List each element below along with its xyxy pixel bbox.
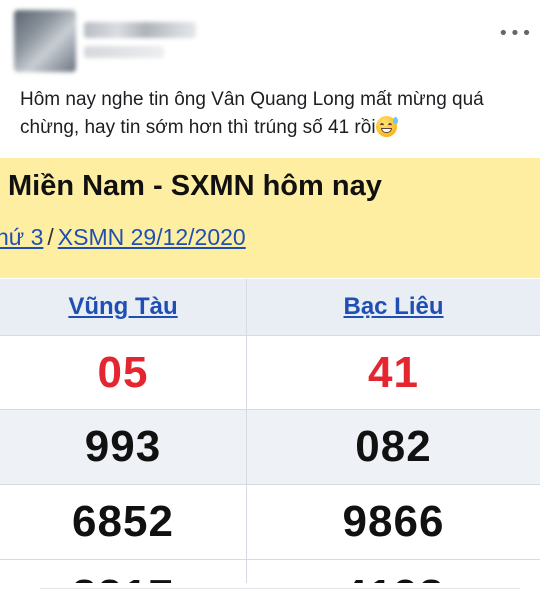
table-cell: 8217 [0,560,246,583]
caption-line-1: Hôm nay nghe tin ông Vân Quang Long mất … [20,89,484,110]
post-header: ••• [0,0,540,78]
special-prize-number: 41 [368,347,419,397]
caption-line-2: chừng, hay tin sớm hơn thì trúng số 41 r… [20,114,530,142]
sweat-smile-emoji-icon [375,116,398,137]
prize-number: 9866 [342,497,445,546]
day-link[interactable]: hứ 3 [0,224,43,250]
post-meta-blurred [84,46,164,58]
lottery-result-image: Miền Nam - SXMN hôm nay hứ 3/XSMN 29/12/… [0,158,540,583]
post-caption: Hôm nay nghe tin ông Vân Quang Long mất … [20,86,530,142]
table-cell: 41 [246,336,540,409]
more-options-button[interactable]: ••• [498,22,532,44]
avatar[interactable] [14,10,76,72]
header-cell: Vũng Tàu [0,279,246,335]
header-cell: Bạc Liêu [246,279,540,335]
table-cell: 05 [0,336,246,409]
prize-number: 4198 [343,571,445,583]
table-cell: 6852 [0,485,246,559]
prize-number: 8217 [72,571,174,583]
table-cell: 4198 [246,560,540,583]
divider [40,588,520,589]
table-row: 993 082 [0,410,540,485]
prize-number: 993 [84,422,162,471]
breadcrumb-separator: / [47,224,54,250]
province-link-bac-lieu[interactable]: Bạc Liêu [343,293,443,321]
table-cell: 993 [0,410,246,484]
special-prize-number: 05 [97,347,149,397]
table-row: 05 41 [0,336,540,410]
table-header-row: Vũng Tàu Bạc Liêu [0,279,540,336]
table-row: 6852 9866 [0,485,540,560]
table-cell: 082 [246,410,540,484]
date-link[interactable]: XSMN 29/12/2020 [58,224,246,250]
breadcrumb: hứ 3/XSMN 29/12/2020 [0,224,246,251]
result-title: Miền Nam - SXMN hôm nay [8,170,382,202]
table-row: 8217 4198 [0,560,540,583]
caption-line-2-text: chừng, hay tin sớm hơn thì trúng số 41 r… [20,117,376,138]
result-header: Miền Nam - SXMN hôm nay hứ 3/XSMN 29/12/… [0,158,540,278]
prize-number: 6852 [72,497,174,546]
table-cell: 9866 [246,485,540,559]
prize-number: 082 [355,422,432,471]
author-name-blurred[interactable] [84,22,196,38]
province-link-vung-tau[interactable]: Vũng Tàu [68,293,177,321]
